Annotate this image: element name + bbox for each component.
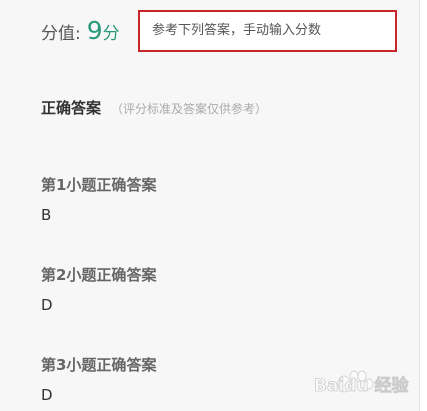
question-answer: B <box>41 206 52 224</box>
score-input[interactable]: 参考下列答案，手动输入分数 <box>138 10 397 52</box>
score-label: 分值: <box>41 24 81 44</box>
question-answer: D <box>41 296 53 314</box>
answer-heading: 正确答案 （评分标准及答案仅供参考） <box>41 97 267 118</box>
answer-title: 正确答案 <box>41 99 102 117</box>
question-title: 第1小题正确答案 <box>41 176 157 194</box>
question-answer: D <box>41 386 53 404</box>
question-title: 第3小题正确答案 <box>41 356 157 374</box>
baidu-jingyan-watermark: Baidu 经验 <box>314 370 410 396</box>
question-item: 第2小题正确答案 D <box>41 264 156 314</box>
question-title: 第2小题正确答案 <box>41 266 157 284</box>
watermark-text: Baidu 经验 <box>314 375 409 396</box>
answer-note: （评分标准及答案仅供参考） <box>111 102 268 116</box>
score-row: 分值: 9 分 <box>41 16 120 56</box>
question-item: 第1小题正确答案 B <box>41 174 156 224</box>
score-unit: 分 <box>102 24 120 44</box>
question-item: 第3小题正确答案 D <box>41 354 156 404</box>
score-value: 9 <box>86 16 103 45</box>
panel-divider <box>419 0 420 411</box>
